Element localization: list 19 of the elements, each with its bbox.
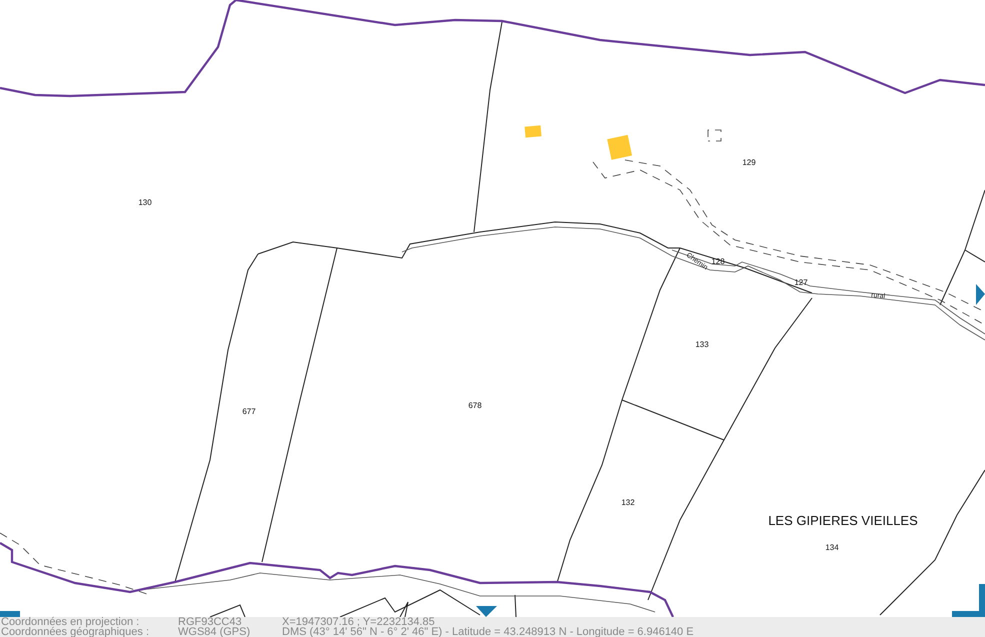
coordinate-system: RGF93CC43 (178, 617, 242, 627)
coordinate-value: DMS (43° 14' 56" N - 6° 2' 46" E) - Latitude = 43.248913 N - Longitude = 6.946140 E (282, 627, 694, 637)
parcel-number: 129 (742, 158, 756, 167)
parcel-number: 132 (621, 498, 635, 507)
coordinate-value: X=1947307.16 ; Y=2232134.85 (282, 617, 435, 627)
pan-right-icon[interactable] (976, 284, 985, 305)
building (607, 134, 632, 160)
parcel-number: 130 (138, 198, 152, 207)
corner-mark (952, 584, 985, 617)
coordinate-system: WGS84 (GPS) (178, 627, 252, 637)
parcel-number: 678 (468, 401, 482, 410)
parcel-number: 133 (695, 340, 709, 349)
coordinate-label: Coordonnées en projection : (0, 617, 140, 627)
coordinate-label: Coordonnées géographiques : (0, 627, 150, 637)
locality-name: LES GIPIERES VIEILLES (768, 513, 918, 528)
parcel-number: 134 (825, 543, 839, 552)
parcel-number: 677 (242, 407, 256, 416)
corner-mark (0, 611, 20, 617)
building (524, 125, 542, 138)
